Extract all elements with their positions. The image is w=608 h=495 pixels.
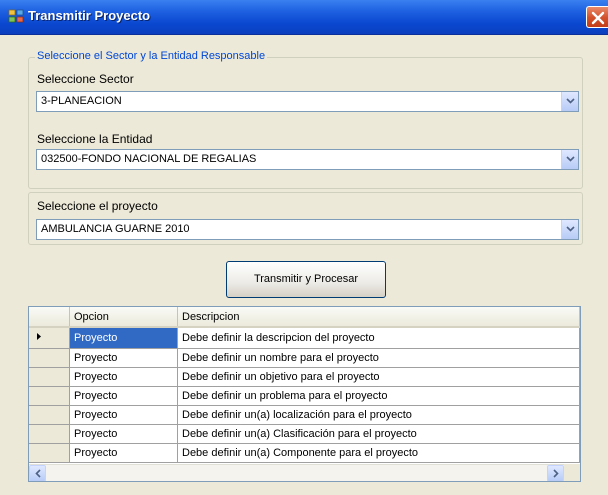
cell-opcion[interactable]: Proyecto (69, 348, 178, 368)
horizontal-scrollbar[interactable] (29, 464, 564, 481)
cell-opcion[interactable]: Proyecto (69, 405, 178, 425)
cell-descripcion[interactable]: Debe definir un(a) localización para el … (177, 405, 580, 425)
app-icon (8, 8, 24, 24)
proyecto-value: AMBULANCIA GUARNE 2010 (41, 223, 190, 235)
row-header[interactable] (29, 405, 70, 425)
entidad-label: Seleccione la Entidad (37, 132, 153, 146)
title-bar[interactable]: Transmitir Proyecto (0, 0, 608, 35)
table-row[interactable]: Proyecto Debe definir un objetivo para e… (29, 367, 580, 387)
transmitir-proyecto-dialog: Transmitir Proyecto Seleccione el Sector… (0, 0, 608, 495)
chevron-down-icon (566, 226, 575, 232)
sector-label: Seleccione Sector (37, 72, 134, 86)
close-icon (591, 11, 605, 25)
row-header[interactable] (29, 443, 70, 463)
row-header-corner (29, 307, 70, 328)
column-header-opcion[interactable]: Opcion (69, 307, 178, 328)
cell-opcion[interactable]: Proyecto (69, 327, 178, 349)
entidad-dropdown-button[interactable] (561, 150, 578, 169)
cell-opcion[interactable]: Proyecto (69, 443, 178, 463)
table-row[interactable]: Proyecto Debe definir un(a) Clasificació… (29, 424, 580, 444)
chevron-left-icon (35, 469, 41, 478)
entidad-combo[interactable]: 032500-FONDO NACIONAL DE REGALIAS (36, 149, 579, 170)
cell-descripcion[interactable]: Debe definir un(a) Clasificación para el… (177, 424, 580, 444)
scroll-right-button[interactable] (547, 465, 564, 481)
table-row[interactable]: Proyecto Debe definir un nombre para el … (29, 348, 580, 368)
chevron-right-icon (553, 469, 559, 478)
sector-value: 3-PLANEACION (41, 95, 122, 107)
table-row[interactable]: Proyecto Debe definir un problema para e… (29, 386, 580, 406)
cell-descripcion[interactable]: Debe definir un objetivo para el proyect… (177, 367, 580, 387)
close-button[interactable] (586, 6, 608, 28)
vertical-scrollbar[interactable] (580, 307, 581, 481)
cell-descripcion[interactable]: Debe definir la descripcion del proyecto (177, 327, 580, 349)
table-row[interactable]: Proyecto Debe definir un(a) localización… (29, 405, 580, 425)
cell-descripcion[interactable]: Debe definir un problema para el proyect… (177, 386, 580, 406)
transmitir-procesar-button[interactable]: Transmitir y Procesar (226, 261, 386, 298)
row-header[interactable] (29, 327, 70, 349)
scroll-left-button[interactable] (29, 465, 46, 481)
row-header[interactable] (29, 348, 70, 368)
column-header-descripcion[interactable]: Descripcion (177, 307, 580, 328)
entidad-value: 032500-FONDO NACIONAL DE REGALIAS (41, 153, 257, 165)
row-header[interactable] (29, 424, 70, 444)
chevron-down-icon (566, 156, 575, 162)
group-legend: Seleccione el Sector y la Entidad Respon… (35, 50, 268, 62)
table-row[interactable]: Proyecto Debe definir la descripcion del… (29, 327, 580, 349)
row-pointer-icon (37, 333, 41, 340)
scrollbar-corner (564, 464, 580, 481)
proyecto-combo[interactable]: AMBULANCIA GUARNE 2010 (36, 219, 579, 240)
window-title: Transmitir Proyecto (28, 8, 151, 23)
cell-descripcion[interactable]: Debe definir un nombre para el proyecto (177, 348, 580, 368)
table-row[interactable]: Proyecto Debe definir un(a) Componente p… (29, 443, 580, 463)
proyecto-dropdown-button[interactable] (561, 220, 578, 239)
proyecto-label: Seleccione el proyecto (37, 199, 158, 213)
validation-table: Opcion Descripcion Proyecto Debe definir… (29, 307, 580, 463)
row-header[interactable] (29, 367, 70, 387)
sector-dropdown-button[interactable] (561, 92, 578, 111)
validation-grid[interactable]: Opcion Descripcion Proyecto Debe definir… (28, 306, 581, 482)
grid-header-row: Opcion Descripcion (29, 307, 580, 328)
cell-opcion[interactable]: Proyecto (69, 367, 178, 387)
row-header[interactable] (29, 386, 70, 406)
sector-combo[interactable]: 3-PLANEACION (36, 91, 579, 112)
cell-opcion[interactable]: Proyecto (69, 424, 178, 444)
cell-descripcion[interactable]: Debe definir un(a) Componente para el pr… (177, 443, 580, 463)
chevron-down-icon (566, 98, 575, 104)
cell-opcion[interactable]: Proyecto (69, 386, 178, 406)
